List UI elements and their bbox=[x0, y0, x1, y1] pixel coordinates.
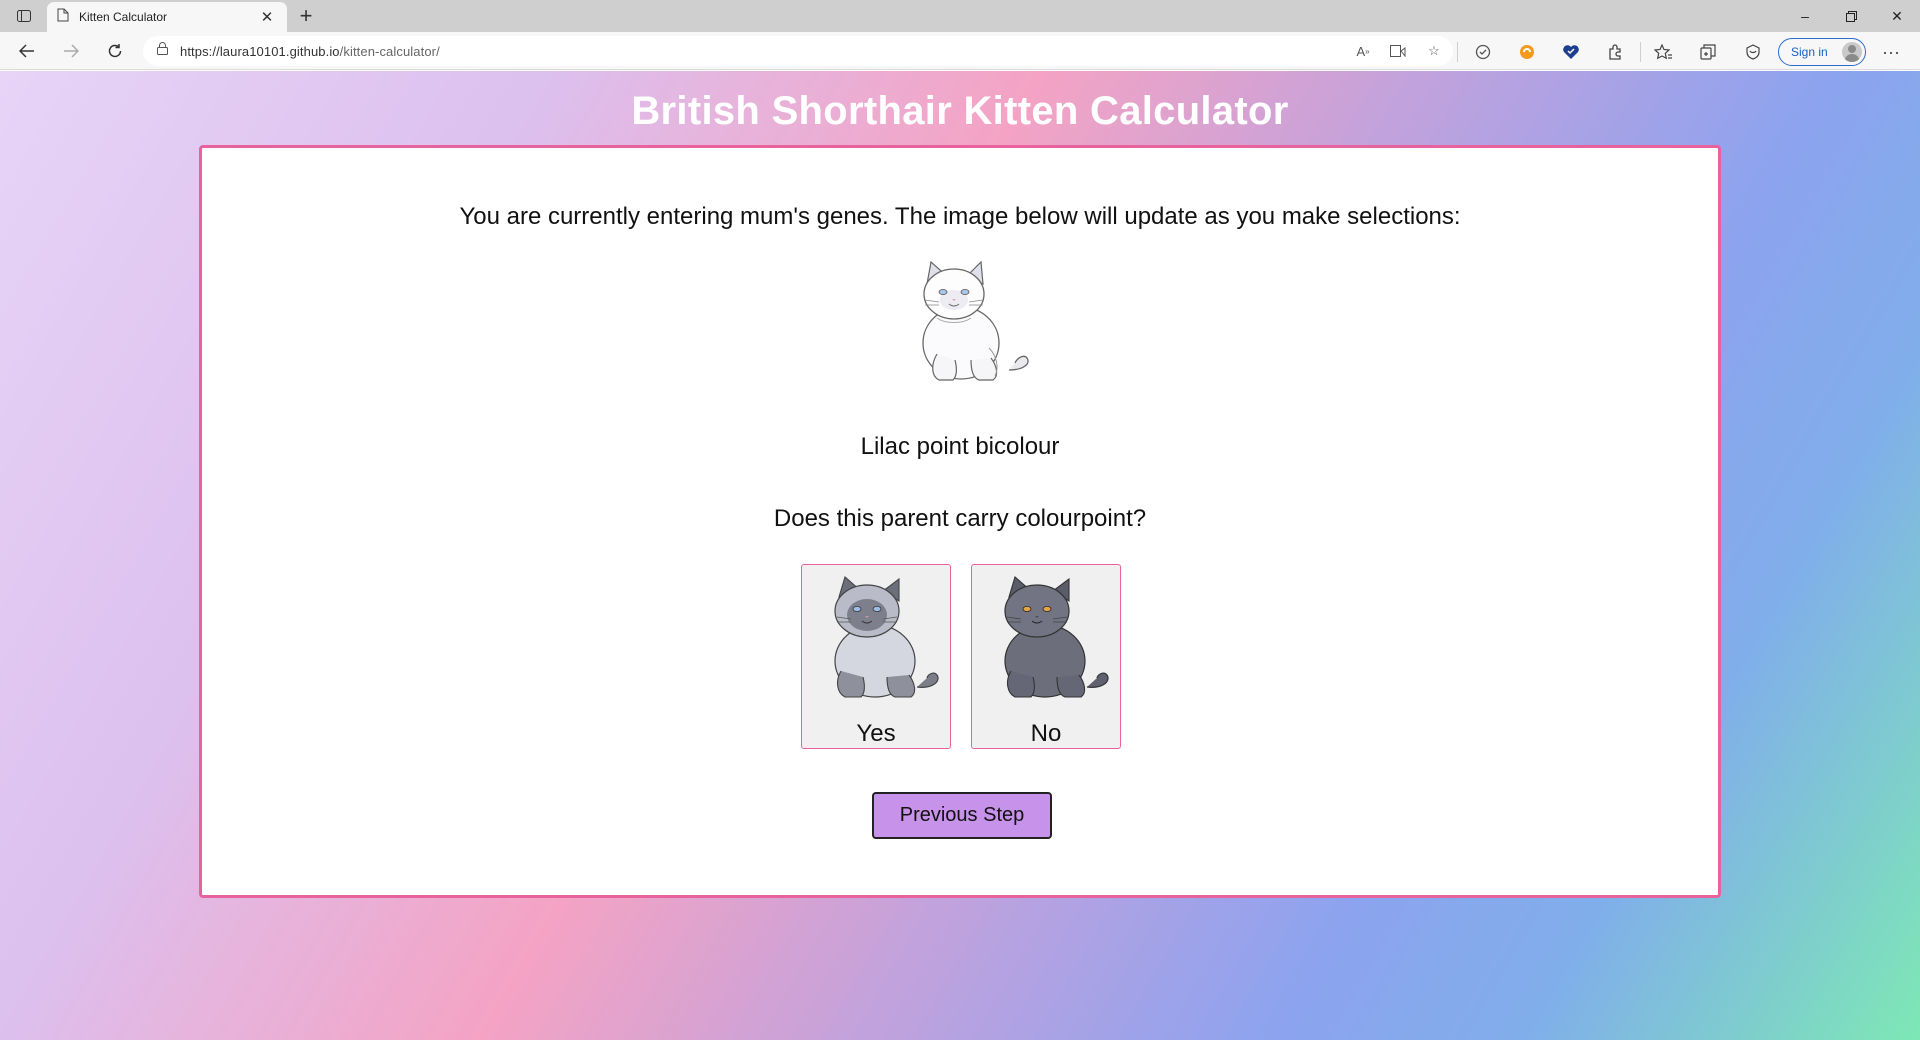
tab-title: Kitten Calculator bbox=[79, 10, 168, 24]
minimize-icon[interactable]: – bbox=[1782, 0, 1828, 32]
sign-in-button[interactable]: Sign in bbox=[1778, 38, 1866, 66]
forward-icon[interactable] bbox=[56, 37, 86, 65]
option-no-label: No bbox=[1030, 720, 1062, 747]
option-yes-button[interactable]: Yes bbox=[801, 564, 951, 749]
check-circle-icon[interactable] bbox=[1472, 41, 1494, 63]
colourpoint-cat-icon bbox=[834, 576, 939, 698]
toolbar-separator bbox=[1457, 42, 1458, 62]
question-text: Does this parent carry colourpoint? bbox=[773, 505, 1147, 532]
browser-toolbar: https://laura10101.github.io/kitten-calc… bbox=[0, 32, 1920, 70]
browser-tab[interactable]: Kitten Calculator ✕ bbox=[47, 2, 287, 32]
close-window-icon[interactable]: ✕ bbox=[1874, 0, 1920, 32]
extension-heart-icon[interactable] bbox=[1560, 41, 1582, 63]
sign-in-label: Sign in bbox=[1791, 45, 1828, 59]
toolbar-separator bbox=[1640, 42, 1641, 62]
read-aloud-icon[interactable]: A» bbox=[1353, 42, 1373, 60]
extensions-icon[interactable] bbox=[1604, 41, 1626, 63]
calculator-card: You are currently entering mum's genes. … bbox=[199, 145, 1721, 898]
instruction-text: You are currently entering mum's genes. … bbox=[459, 203, 1461, 230]
restore-icon[interactable] bbox=[1828, 0, 1874, 32]
address-bar[interactable]: https://laura10101.github.io/kitten-calc… bbox=[143, 36, 1453, 66]
option-no-button[interactable]: No bbox=[971, 564, 1121, 749]
extension-orange-icon[interactable] bbox=[1516, 41, 1538, 63]
favorites-icon[interactable] bbox=[1652, 41, 1674, 63]
add-favorite-icon[interactable]: ☆ bbox=[1424, 42, 1444, 60]
close-tab-icon[interactable]: ✕ bbox=[257, 7, 277, 27]
back-icon[interactable] bbox=[12, 37, 42, 65]
immersive-reader-icon[interactable] bbox=[1388, 42, 1408, 60]
refresh-icon[interactable] bbox=[100, 37, 130, 65]
browser-tab-bar: Kitten Calculator ✕ + – ✕ bbox=[0, 0, 1920, 32]
tab-actions-icon[interactable] bbox=[10, 5, 38, 27]
browser-essentials-icon[interactable] bbox=[1742, 41, 1764, 63]
lock-icon[interactable] bbox=[157, 42, 168, 60]
blue-cat-icon bbox=[1004, 576, 1109, 698]
page-icon bbox=[57, 8, 69, 27]
lilac-point-bicolour-cat-icon bbox=[897, 258, 1037, 388]
url-text: https://laura10101.github.io/kitten-calc… bbox=[180, 43, 440, 59]
more-menu-icon[interactable]: ··· bbox=[1880, 41, 1902, 63]
page-title: British Shorthair Kitten Calculator bbox=[631, 89, 1289, 133]
option-yes-label: Yes bbox=[856, 720, 896, 747]
page-viewport: British Shorthair Kitten Calculator You … bbox=[0, 71, 1920, 1040]
previous-step-button[interactable]: Previous Step bbox=[872, 792, 1052, 839]
current-breed-label: Lilac point bicolour bbox=[860, 433, 1060, 460]
collections-icon[interactable] bbox=[1697, 41, 1719, 63]
avatar bbox=[1842, 42, 1862, 62]
new-tab-icon[interactable]: + bbox=[293, 3, 319, 28]
